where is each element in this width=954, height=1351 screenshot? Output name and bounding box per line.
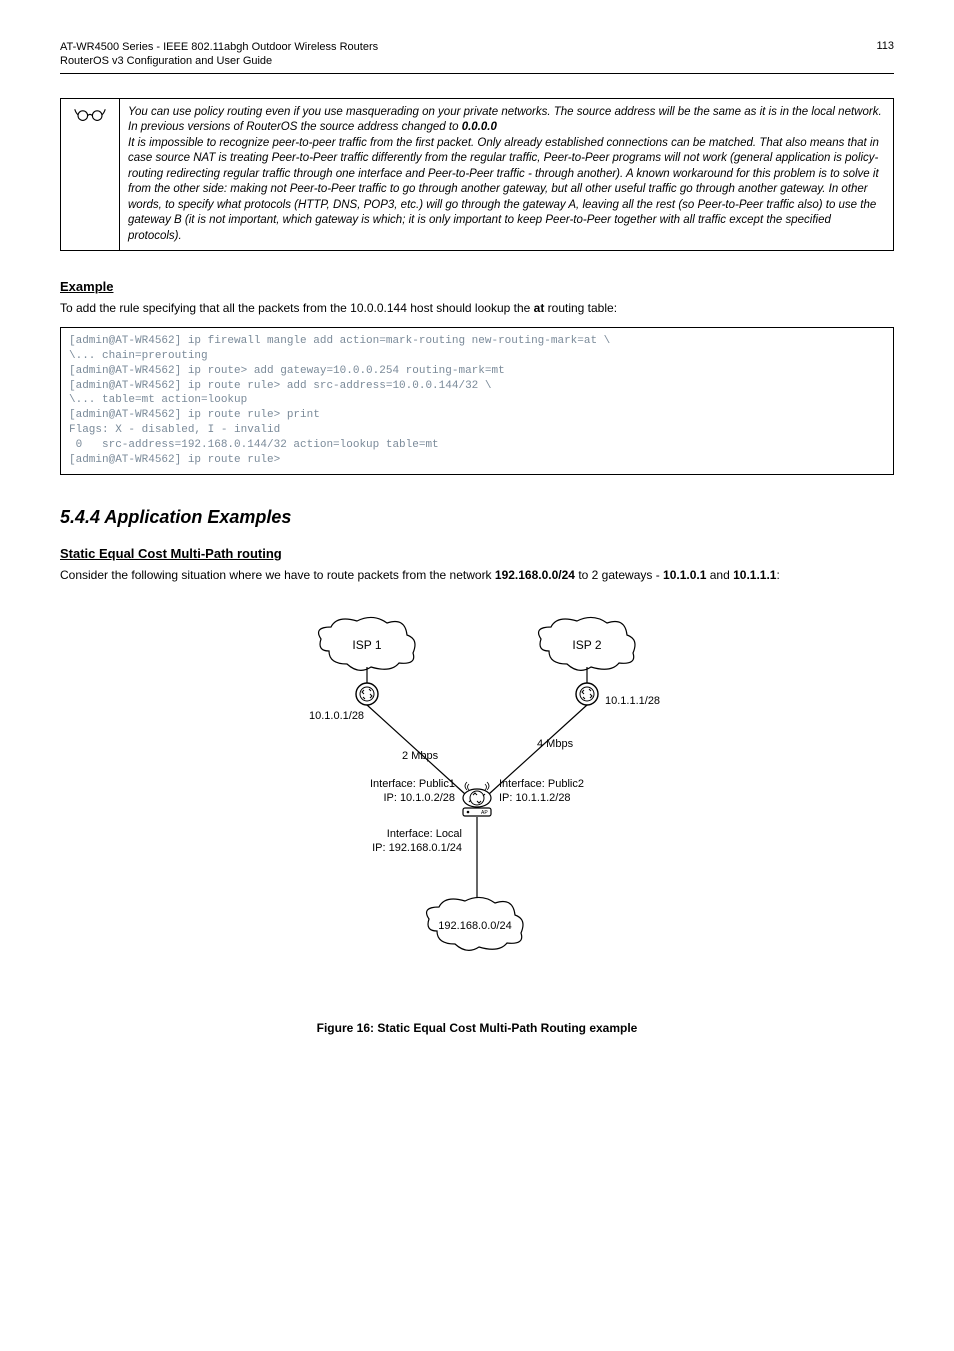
note-para1-bold: 0.0.0.0 (462, 121, 497, 133)
glasses-icon (74, 114, 106, 126)
ecmp-intro-d: and (706, 568, 733, 582)
ecmp-intro-b1: 192.168.0.0/24 (495, 568, 575, 582)
network-diagram: AP ISP 1 ISP 2 10.1.0.1/28 (60, 599, 894, 999)
page-number: 113 (876, 40, 894, 52)
note-icon-cell (61, 98, 120, 251)
ecmp-intro-e: : (776, 568, 779, 582)
isp1-label: ISP 1 (352, 638, 381, 652)
bottom-net: 192.168.0.0/24 (438, 920, 511, 932)
figure-caption: Figure 16: Static Equal Cost Multi-Path … (60, 1021, 894, 1035)
note-para1-a: You can use policy routing even if you u… (128, 106, 882, 134)
if-pub2-a: Interface: Public2 (499, 778, 584, 790)
example-intro-b: routing table: (544, 301, 617, 315)
example-intro-a: To add the rule specifying that all the … (60, 301, 534, 315)
ecmp-intro-b2: 10.1.0.1 (663, 568, 706, 582)
example-intro-bold: at (534, 301, 545, 315)
rate-left: 2 Mbps (402, 750, 439, 762)
ip-right: 10.1.1.1/28 (605, 695, 660, 707)
ecmp-intro-b3: 10.1.1.1 (733, 568, 776, 582)
ip-left: 10.1.0.1/28 (309, 710, 364, 722)
static-ecmp-heading: Static Equal Cost Multi-Path routing (60, 546, 894, 561)
page-header: AT-WR4500 Series - IEEE 802.11abgh Outdo… (60, 40, 894, 69)
example-code: [admin@AT-WR4562] ip firewall mangle add… (60, 327, 894, 475)
header-title: AT-WR4500 Series - IEEE 802.11abgh Outdo… (60, 40, 378, 69)
if-local-a: Interface: Local (387, 828, 462, 840)
note-para2: It is impossible to recognize peer-to-pe… (128, 137, 879, 242)
ecmp-intro-c: to 2 gateways - (575, 568, 663, 582)
example-intro: To add the rule specifying that all the … (60, 300, 894, 317)
isp2-label: ISP 2 (572, 638, 601, 652)
rate-right: 4 Mbps (537, 738, 574, 750)
note-text: You can use policy routing even if you u… (120, 98, 894, 251)
note-box: You can use policy routing even if you u… (60, 98, 894, 252)
if-pub1-b: IP: 10.1.0.2/28 (383, 792, 455, 804)
if-pub2-b: IP: 10.1.1.2/28 (499, 792, 571, 804)
header-rule (60, 73, 894, 74)
diagram-svg: AP ISP 1 ISP 2 10.1.0.1/28 (237, 599, 717, 999)
header-line1: AT-WR4500 Series - IEEE 802.11abgh Outdo… (60, 41, 378, 53)
app-examples-heading: 5.4.4 Application Examples (60, 507, 894, 528)
if-local-b: IP: 192.168.0.1/24 (372, 842, 462, 854)
ecmp-intro-a: Consider the following situation where w… (60, 568, 495, 582)
if-pub1-a: Interface: Public1 (370, 778, 455, 790)
static-ecmp-intro: Consider the following situation where w… (60, 567, 894, 584)
header-line2: RouterOS v3 Configuration and User Guide (60, 55, 272, 67)
example-heading: Example (60, 279, 894, 294)
